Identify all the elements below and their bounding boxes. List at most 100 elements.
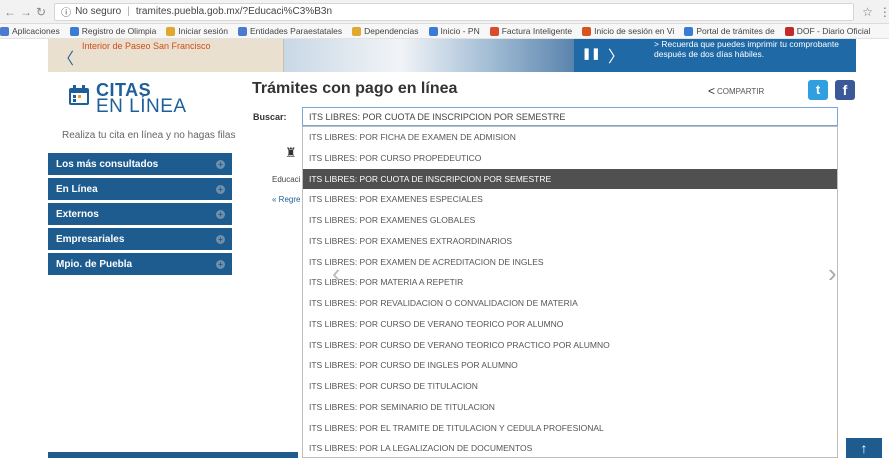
bookmark-label: Aplicaciones xyxy=(12,26,60,36)
bookmark-item[interactable]: Registro de Olimpia xyxy=(69,26,157,36)
dropdown-option[interactable]: ITS LIBRES: POR CURSO DE INGLES POR ALUM… xyxy=(303,355,837,376)
browser-toolbar: ← → ↻ ⓘ No seguro | tramites.puebla.gob.… xyxy=(0,0,889,24)
dropdown-option[interactable]: ITS LIBRES: POR EL TRAMITE DE TITULACION… xyxy=(303,418,837,439)
citas-logo[interactable]: CITAS EN LÍNEA Realiza tu cita en línea … xyxy=(48,80,236,152)
dropdown-option[interactable]: ITS LIBRES: POR MATERIA A REPETIR xyxy=(303,272,837,293)
bookmarks-bar: Aplicaciones Registro de Olimpia Iniciar s… xyxy=(0,24,889,39)
bookmark-favicon-icon xyxy=(582,26,592,36)
sidebar-item[interactable]: Externos + xyxy=(48,203,232,225)
bookmark-item[interactable]: Inicio de sesión en Vi xyxy=(582,26,674,36)
browser-menu-icon[interactable]: ⋮ xyxy=(879,5,889,19)
bookmark-item[interactable]: Dependencias xyxy=(352,26,419,36)
banner-notice: > Recuerda que puedes imprimir tu compro… xyxy=(654,39,839,59)
page-title: Trámites con pago en línea xyxy=(252,80,458,97)
expand-plus-icon: + xyxy=(216,259,225,269)
calendar-icon xyxy=(69,85,89,105)
sidebar-item-label: Empresariales xyxy=(56,233,125,245)
bookmark-favicon-icon xyxy=(69,26,79,36)
category-label: Educaci xyxy=(272,175,301,184)
bookmark-item[interactable]: DOF - Diario Oficial xyxy=(784,26,871,36)
dropdown-option[interactable]: ITS LIBRES: POR EXAMENES EXTRAORDINARIOS xyxy=(303,231,837,252)
expand-plus-icon: + xyxy=(216,234,225,244)
bookmark-label: Entidades Paraestatales xyxy=(249,26,343,36)
bookmark-favicon-icon xyxy=(166,26,176,36)
bookmark-label: Inicio de sesión en Vi xyxy=(594,26,675,36)
sidebar-item[interactable]: Los más consultados + xyxy=(48,153,232,175)
carousel-prev-icon[interactable]: ‹ xyxy=(332,258,341,289)
dropdown-option[interactable]: ITS LIBRES: POR EXAMEN DE ACREDITACION D… xyxy=(303,252,837,273)
security-label: No seguro xyxy=(75,6,122,17)
expand-plus-icon: + xyxy=(216,209,225,219)
dropdown-option[interactable]: ITS LIBRES: POR CURSO DE TITULACION xyxy=(303,376,837,397)
dropdown-option[interactable]: ITS LIBRES: POR CURSO DE VERANO TEORICO … xyxy=(303,314,837,335)
back-arrow-icon[interactable]: ← xyxy=(4,5,16,19)
bookmark-favicon-icon xyxy=(489,26,499,36)
sidebar-item[interactable]: En Línea + xyxy=(48,178,232,200)
sidebar-item[interactable]: Empresariales + xyxy=(48,228,232,250)
url-bar[interactable]: ⓘ No seguro | tramites.puebla.gob.mx/?Ed… xyxy=(54,2,855,21)
footer-bar xyxy=(48,452,298,458)
bookmark-favicon-icon xyxy=(784,26,794,36)
bookmark-label: DOF - Diario Oficial xyxy=(796,26,871,36)
banner-caption: Interior de Paseo San Francisco xyxy=(82,41,211,51)
dropdown-option[interactable]: ITS LIBRES: POR CURSO DE VERANO TEORICO … xyxy=(303,335,837,356)
dropdown-option[interactable]: ITS LIBRES: POR EXAMENES GLOBALES xyxy=(303,210,837,231)
star-icon[interactable]: ☆ xyxy=(862,5,873,19)
logo-enlinea-text: EN LÍNEA xyxy=(96,96,187,117)
sidebar-item[interactable]: Mpio. de Puebla + xyxy=(48,253,232,275)
bookmark-item[interactable]: Entidades Paraestatales xyxy=(237,26,343,36)
graduate-icon: ♜ xyxy=(285,145,297,160)
bookmark-item[interactable]: Factura Inteligente xyxy=(489,26,573,36)
dropdown-option[interactable]: ITS LIBRES: POR CUOTA DE INSCRIPCION POR… xyxy=(303,168,837,190)
share-icon: < xyxy=(708,84,716,98)
dropdown-option[interactable]: ITS LIBRES: POR EXAMENES ESPECIALES xyxy=(303,189,837,210)
sidebar-item-label: Mpio. de Puebla xyxy=(56,258,133,270)
bookmark-label: Iniciar sesión xyxy=(178,26,228,36)
back-link[interactable]: « Regre xyxy=(272,195,300,204)
sidebar-item-label: En Línea xyxy=(56,183,98,195)
bookmark-item[interactable]: Inicio - PN xyxy=(428,26,480,36)
autocomplete-dropdown: ITS LIBRES: POR FICHA DE EXAMEN DE ADMIS… xyxy=(302,126,838,458)
reload-icon[interactable]: ↻ xyxy=(36,5,46,19)
sidebar-item-label: Los más consultados xyxy=(56,158,159,170)
bookmark-item[interactable]: Iniciar sesión xyxy=(166,26,228,36)
twitter-icon[interactable]: t xyxy=(808,80,828,100)
forward-arrow-icon[interactable]: → xyxy=(20,5,32,19)
sidebar-item-label: Externos xyxy=(56,208,99,220)
bookmark-favicon-icon xyxy=(684,26,694,36)
bookmark-item[interactable]: Portal de trámites de xyxy=(684,26,775,36)
carousel-next-icon[interactable]: › xyxy=(828,258,837,289)
bookmark-label: Dependencias xyxy=(364,26,419,36)
share-label: COMPARTIR xyxy=(717,86,765,96)
facebook-icon[interactable]: f xyxy=(835,80,855,100)
chevron-left-icon[interactable]: 〈 xyxy=(58,45,74,69)
bookmark-item[interactable]: Aplicaciones xyxy=(0,26,60,36)
search-label: Buscar: xyxy=(253,112,287,122)
dropdown-option[interactable]: ITS LIBRES: POR SEMINARIO DE TITULACION xyxy=(303,397,837,418)
bookmark-label: Inicio - PN xyxy=(440,26,480,36)
scroll-to-top-button[interactable]: ↑ xyxy=(846,438,882,458)
bookmark-favicon-icon xyxy=(0,26,9,36)
banner-image xyxy=(284,39,574,72)
dropdown-option[interactable]: ITS LIBRES: POR REVALIDACION O CONVALIDA… xyxy=(303,293,837,314)
bookmark-label: Registro de Olimpia xyxy=(81,26,157,36)
bookmark-favicon-icon xyxy=(237,26,247,36)
dropdown-option[interactable]: ITS LIBRES: POR FICHA DE EXAMEN DE ADMIS… xyxy=(303,127,837,148)
sidebar-menu: Los más consultados + En Línea + Externos + Em… xyxy=(48,153,232,278)
info-icon[interactable]: ⓘ xyxy=(61,4,71,19)
pause-icon[interactable]: ❚❚ xyxy=(582,47,600,60)
bookmark-favicon-icon xyxy=(352,26,362,36)
dropdown-option[interactable]: ITS LIBRES: POR CURSO PROPEDEUTICO xyxy=(303,148,837,169)
hero-banner: 〈 Interior de Paseo San Francisco ❚❚ 〉 >… xyxy=(48,39,856,72)
bookmark-label: Factura Inteligente xyxy=(501,26,573,36)
bookmark-favicon-icon xyxy=(428,26,438,36)
share-button[interactable]: < COMPARTIR xyxy=(708,84,764,98)
chevron-right-icon[interactable]: 〉 xyxy=(608,43,624,67)
expand-plus-icon: + xyxy=(216,159,225,169)
dropdown-option[interactable]: ITS LIBRES: POR LA LEGALIZACION DE DOCUM… xyxy=(303,438,837,457)
bookmark-label: Portal de trámites de xyxy=(696,26,775,36)
url-text[interactable]: tramites.puebla.gob.mx/?Educaci%C3%B3n xyxy=(136,6,332,17)
logo-tagline: Realiza tu cita en línea y no hagas fila… xyxy=(62,130,236,141)
banner-left-panel: 〈 Interior de Paseo San Francisco xyxy=(48,39,284,72)
search-input[interactable] xyxy=(302,107,838,126)
